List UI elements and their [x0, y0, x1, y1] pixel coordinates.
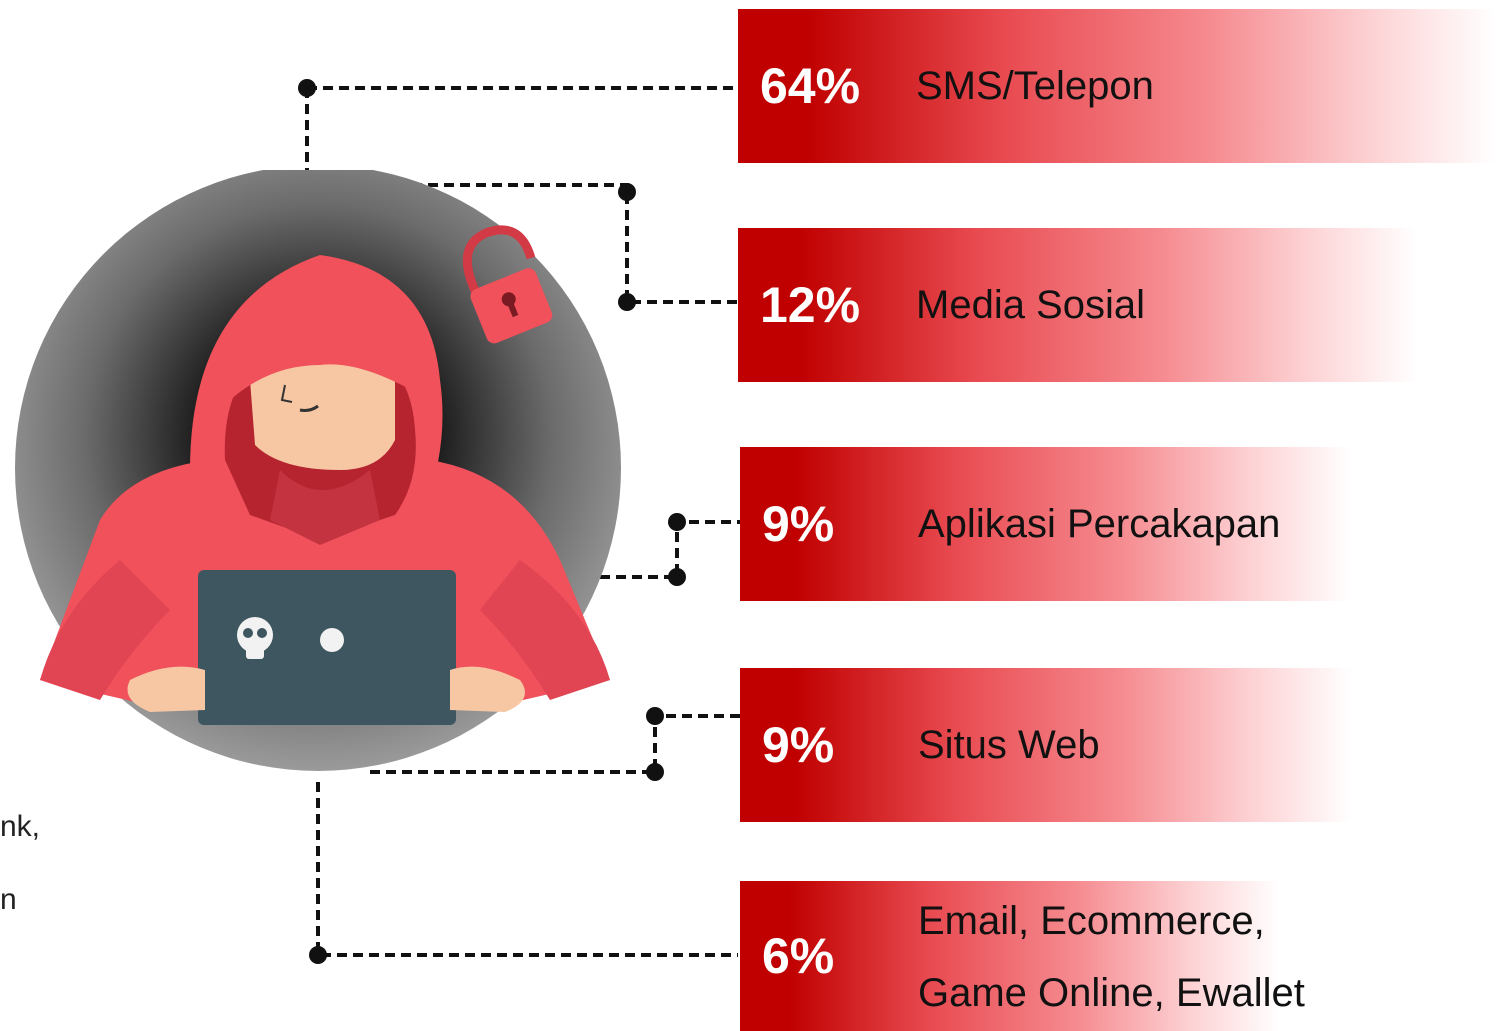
- bar-email-ecommerce: 6% Email, Ecommerce, Game Online, Ewalle…: [740, 881, 1305, 1031]
- percent-value: 64%: [760, 58, 861, 114]
- hacker-illustration: [15, 170, 621, 771]
- infographic: nk, n 64% SMS/Telepon 12% Media Sosial 9…: [0, 0, 1496, 1031]
- percent-value: 12%: [760, 277, 861, 333]
- side-text-line-1: nk,: [0, 810, 41, 843]
- channel-label: Media Sosial: [916, 283, 1146, 327]
- connector-dot: [668, 513, 686, 531]
- percent-value: 9%: [762, 717, 835, 773]
- connector-dot: [668, 568, 686, 586]
- bar-situs-web: 9% Situs Web: [740, 668, 1352, 822]
- side-text-line-2: n: [0, 883, 17, 916]
- channel-label: Situs Web: [918, 723, 1100, 767]
- connector-dot: [646, 707, 664, 725]
- channel-label: Aplikasi Percakapan: [918, 502, 1281, 546]
- bar-aplikasi-percakapan: 9% Aplikasi Percakapan: [740, 447, 1352, 601]
- connector-dot: [298, 79, 316, 97]
- channel-label: SMS/Telepon: [916, 64, 1154, 108]
- channel-label-line-2: Game Online, Ewallet: [918, 971, 1305, 1015]
- percent-value: 6%: [762, 928, 835, 984]
- channel-label-line-1: Email, Ecommerce,: [918, 899, 1265, 943]
- connector-dot: [646, 763, 664, 781]
- laptop-logo-dot: [320, 628, 344, 652]
- bar-media-sosial: 12% Media Sosial: [738, 228, 1418, 382]
- percent-value: 9%: [762, 496, 835, 552]
- connector-dot: [309, 946, 327, 964]
- bar-sms-telepon: 64% SMS/Telepon: [738, 9, 1496, 163]
